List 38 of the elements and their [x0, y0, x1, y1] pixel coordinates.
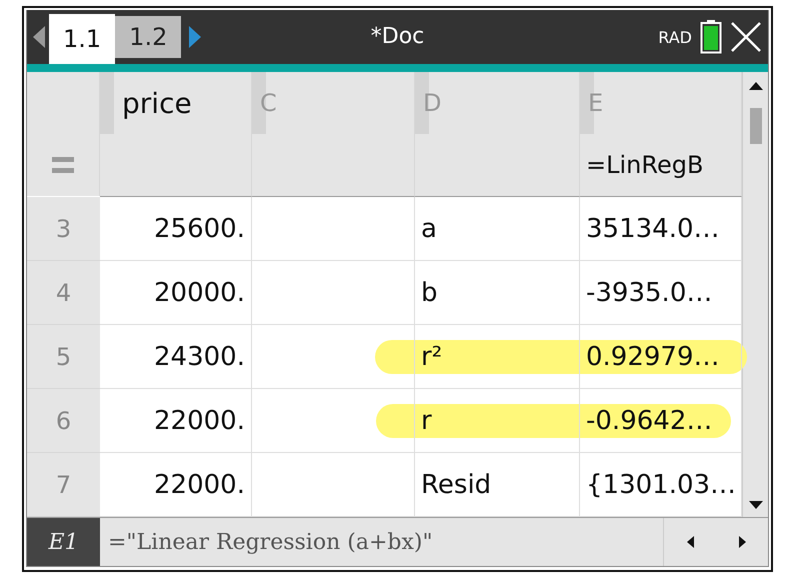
- formula-row-icon: [52, 157, 74, 173]
- table-cell[interactable]: b: [415, 261, 580, 325]
- table-cell[interactable]: [252, 197, 415, 261]
- table-cell[interactable]: 20000.: [100, 261, 252, 325]
- scroll-down-icon[interactable]: [748, 501, 762, 509]
- scroll-bar[interactable]: [742, 72, 768, 517]
- table-cell[interactable]: [252, 325, 415, 389]
- table-cell[interactable]: 24300.: [100, 325, 252, 389]
- cell-reference: E1: [27, 518, 100, 566]
- table-cell[interactable]: [252, 389, 415, 453]
- formula-cell[interactable]: =LinRegB: [580, 134, 742, 197]
- table-cell[interactable]: a: [415, 197, 580, 261]
- close-icon[interactable]: [730, 21, 762, 53]
- formula-cell[interactable]: [100, 134, 252, 197]
- scroll-up-icon[interactable]: [748, 82, 762, 90]
- row-number: 3: [27, 197, 100, 261]
- formula-cell[interactable]: [252, 134, 415, 197]
- document-title: *Doc: [370, 24, 424, 49]
- page-tab[interactable]: 1.2: [115, 16, 182, 58]
- table-cell[interactable]: r: [415, 389, 580, 453]
- row-number: 7: [27, 453, 100, 517]
- table-cell[interactable]: [252, 261, 415, 325]
- angle-mode: RAD: [658, 28, 692, 46]
- page-tab[interactable]: 1.1: [49, 14, 116, 64]
- column-header[interactable]: price: [100, 72, 252, 134]
- row-number: 5: [27, 325, 100, 389]
- right-arrow-icon[interactable]: [738, 536, 746, 548]
- next-page-icon[interactable]: [189, 26, 202, 48]
- row-number: 4: [27, 261, 100, 325]
- scroll-thumb[interactable]: [750, 108, 762, 144]
- table-cell[interactable]: r²: [415, 325, 580, 389]
- entry-line[interactable]: ="Linear Regression (a+bx)": [100, 518, 664, 566]
- battery-icon: [700, 20, 722, 54]
- formula-cell[interactable]: [415, 134, 580, 197]
- table-cell[interactable]: 25600.: [100, 197, 252, 261]
- row-number: 6: [27, 389, 100, 453]
- table-cell[interactable]: 22000.: [100, 389, 252, 453]
- left-arrow-icon[interactable]: [686, 536, 694, 548]
